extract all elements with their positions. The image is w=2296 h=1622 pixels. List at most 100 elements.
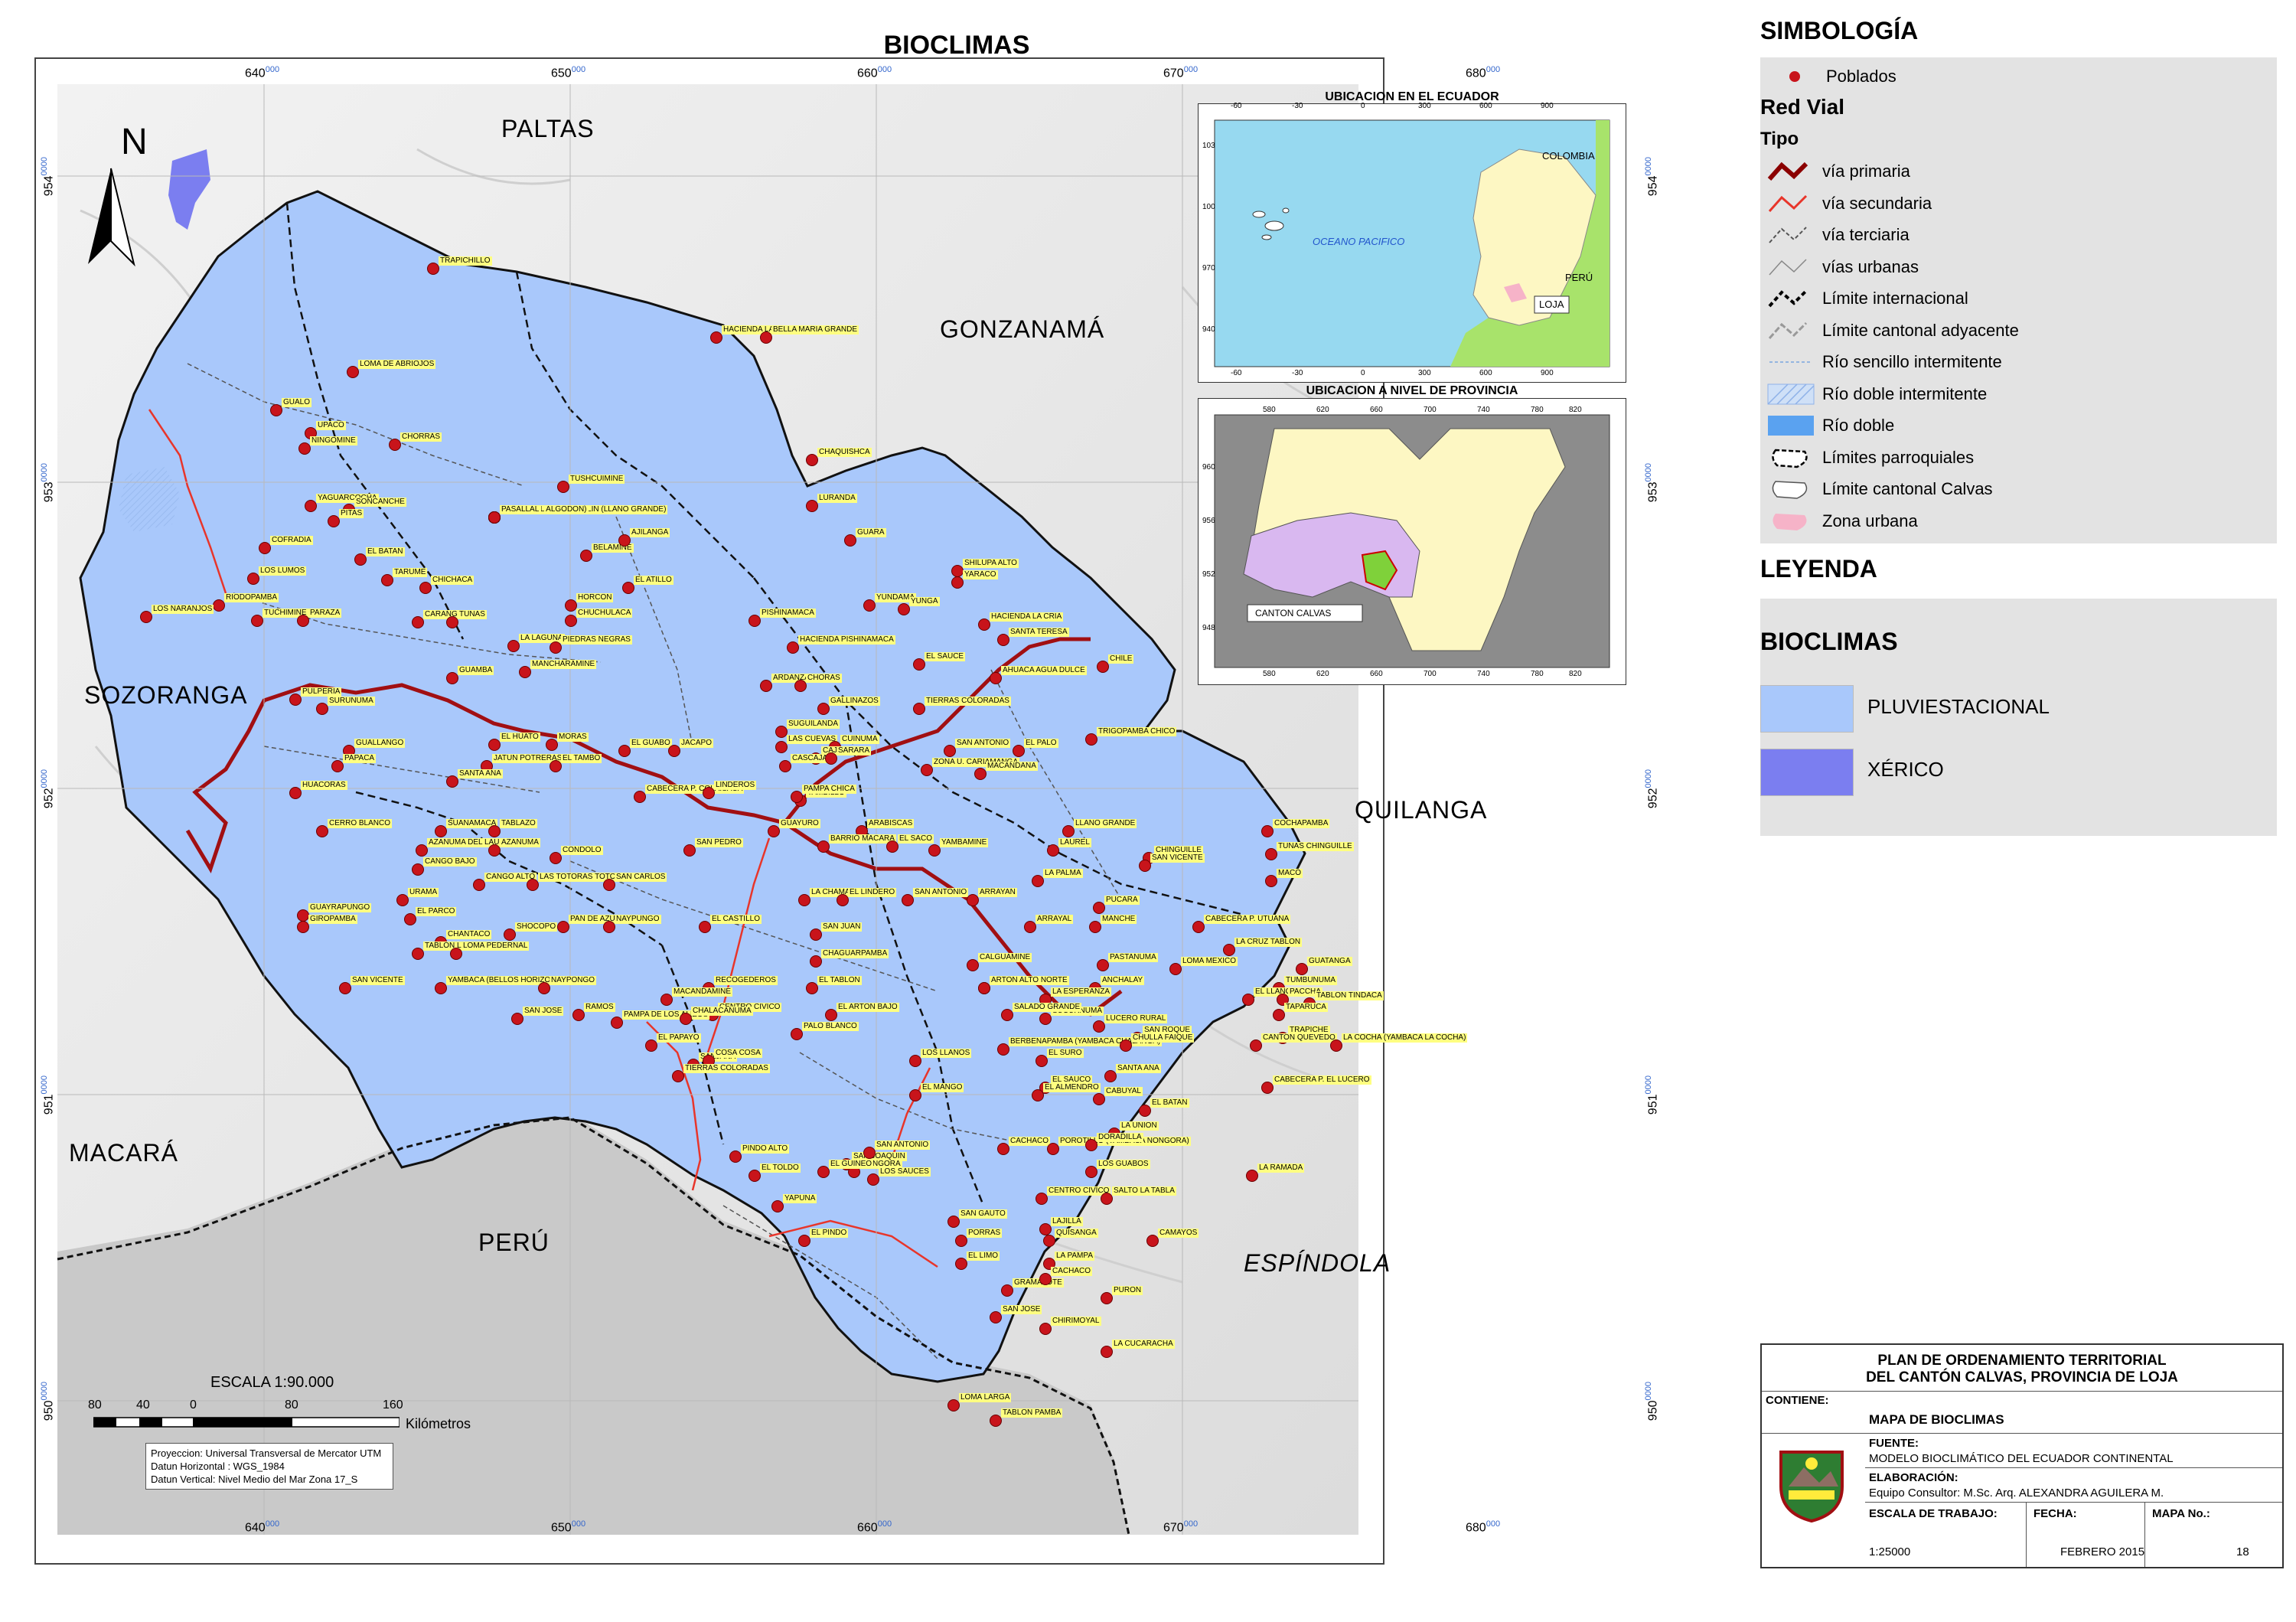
poblado-dot[interactable]	[902, 894, 914, 906]
poblado-dot[interactable]	[1001, 1284, 1013, 1297]
poblado-dot[interactable]	[140, 611, 152, 623]
poblado-dot[interactable]	[507, 640, 520, 652]
poblado-dot[interactable]	[967, 959, 979, 971]
poblado-dot[interactable]	[427, 263, 439, 275]
poblado-dot[interactable]	[1035, 1193, 1048, 1205]
inset-province-map[interactable]	[1198, 398, 1626, 685]
inset-ecuador-map[interactable]	[1198, 103, 1626, 383]
poblado-dot[interactable]	[748, 1170, 761, 1182]
poblado-dot[interactable]	[798, 894, 810, 906]
poblado-dot[interactable]	[550, 641, 562, 654]
poblado-dot[interactable]	[928, 844, 941, 857]
poblado-dot[interactable]	[997, 634, 1009, 646]
poblado-dot[interactable]	[760, 680, 772, 692]
poblado-dot[interactable]	[990, 1415, 1002, 1427]
poblado-dot[interactable]	[1039, 1273, 1052, 1285]
poblado-dot[interactable]	[791, 791, 803, 803]
poblado-dot[interactable]	[1085, 1166, 1097, 1178]
poblado-dot[interactable]	[779, 760, 791, 772]
poblado-dot[interactable]	[844, 534, 856, 547]
poblado-dot[interactable]	[974, 768, 987, 780]
poblado-dot[interactable]	[1104, 1070, 1117, 1082]
poblado-dot[interactable]	[1047, 844, 1059, 857]
poblado-dot[interactable]	[867, 1173, 879, 1186]
poblado-dot[interactable]	[213, 599, 225, 612]
poblado-dot[interactable]	[435, 982, 447, 994]
poblado-dot[interactable]	[339, 982, 351, 994]
poblado-dot[interactable]	[1035, 1055, 1048, 1067]
poblado-dot[interactable]	[416, 844, 428, 857]
poblado-dot[interactable]	[1039, 1323, 1052, 1335]
poblado-dot[interactable]	[519, 666, 531, 678]
poblado-dot[interactable]	[817, 703, 830, 715]
poblado-dot[interactable]	[354, 553, 367, 566]
poblado-dot[interactable]	[806, 982, 818, 994]
poblado-dot[interactable]	[810, 928, 822, 941]
poblado-dot[interactable]	[863, 1147, 876, 1159]
poblado-dot[interactable]	[825, 752, 837, 765]
poblado-dot[interactable]	[775, 726, 788, 738]
poblado-dot[interactable]	[825, 1009, 837, 1021]
poblado-dot[interactable]	[488, 825, 501, 837]
poblado-dot[interactable]	[1139, 860, 1151, 872]
poblado-dot[interactable]	[1242, 994, 1254, 1006]
poblado-dot[interactable]	[837, 894, 849, 906]
poblado-dot[interactable]	[1097, 661, 1109, 673]
poblado-dot[interactable]	[450, 948, 462, 960]
poblado-dot[interactable]	[729, 1150, 742, 1163]
poblado-dot[interactable]	[316, 825, 328, 837]
poblado-dot[interactable]	[446, 616, 458, 628]
poblado-dot[interactable]	[297, 615, 309, 627]
poblado-dot[interactable]	[1192, 921, 1205, 933]
poblado-dot[interactable]	[909, 1055, 921, 1067]
poblado-dot[interactable]	[951, 565, 964, 577]
poblado-dot[interactable]	[817, 840, 830, 853]
poblado-dot[interactable]	[1296, 963, 1308, 975]
poblado-dot[interactable]	[794, 680, 807, 692]
poblado-dot[interactable]	[305, 500, 317, 512]
poblado-dot[interactable]	[699, 921, 711, 933]
poblado-dot[interactable]	[297, 909, 309, 922]
poblado-dot[interactable]	[473, 879, 485, 891]
poblado-dot[interactable]	[1097, 959, 1109, 971]
poblado-dot[interactable]	[990, 672, 1002, 684]
poblado-dot[interactable]	[1089, 921, 1101, 933]
poblado-dot[interactable]	[1261, 1082, 1274, 1094]
poblado-dot[interactable]	[1120, 1039, 1132, 1052]
poblado-dot[interactable]	[611, 1017, 623, 1029]
poblado-dot[interactable]	[1139, 1105, 1151, 1117]
poblado-dot[interactable]	[1001, 1009, 1013, 1021]
poblado-dot[interactable]	[1013, 745, 1025, 757]
poblado-dot[interactable]	[798, 1235, 810, 1247]
poblado-dot[interactable]	[863, 599, 876, 612]
poblado-dot[interactable]	[298, 442, 311, 455]
poblado-dot[interactable]	[913, 703, 925, 715]
poblado-dot[interactable]	[259, 542, 271, 554]
poblado-dot[interactable]	[381, 574, 393, 586]
poblado-dot[interactable]	[817, 1166, 830, 1178]
poblado-dot[interactable]	[347, 366, 359, 378]
poblado-dot[interactable]	[668, 745, 680, 757]
poblado-dot[interactable]	[680, 1013, 692, 1025]
poblado-dot[interactable]	[683, 844, 696, 857]
poblado-dot[interactable]	[419, 582, 432, 594]
poblado-dot[interactable]	[775, 741, 788, 753]
poblado-dot[interactable]	[1093, 1020, 1105, 1033]
poblado-dot[interactable]	[768, 825, 780, 837]
poblado-dot[interactable]	[1032, 875, 1044, 887]
poblado-dot[interactable]	[622, 582, 634, 594]
poblado-dot[interactable]	[289, 694, 302, 706]
poblado-dot[interactable]	[488, 739, 501, 751]
poblado-dot[interactable]	[251, 615, 263, 627]
poblado-dot[interactable]	[1085, 1139, 1097, 1151]
poblado-dot[interactable]	[488, 844, 501, 857]
poblado-dot[interactable]	[1024, 921, 1036, 933]
poblado-dot[interactable]	[913, 658, 925, 671]
poblado-dot[interactable]	[1047, 1143, 1059, 1155]
poblado-dot[interactable]	[316, 703, 328, 715]
poblado-dot[interactable]	[1093, 1093, 1105, 1105]
poblado-dot[interactable]	[921, 764, 933, 776]
poblado-dot[interactable]	[1101, 1346, 1113, 1358]
poblado-dot[interactable]	[1265, 848, 1277, 860]
poblado-dot[interactable]	[412, 948, 424, 960]
